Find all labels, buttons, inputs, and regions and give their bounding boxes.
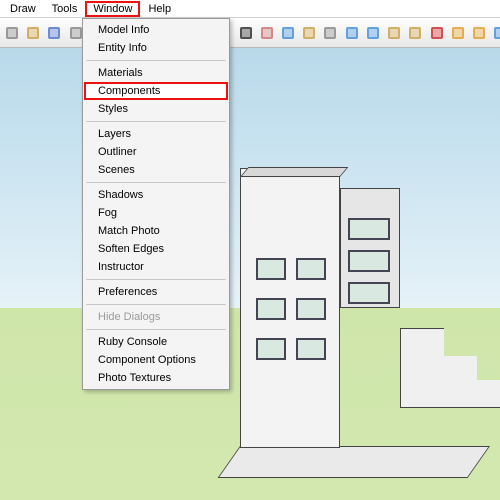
toolbar [0,18,500,48]
menu-item-scenes[interactable]: Scenes [84,161,228,179]
menu-item-fog[interactable]: Fog [84,204,228,222]
open-icon[interactable] [23,21,43,45]
zoom-window-icon[interactable] [363,21,383,45]
menu-item-soften-edges[interactable]: Soften Edges [84,240,228,258]
menu-window[interactable]: Window [85,1,140,17]
next-icon[interactable] [405,21,425,45]
menu-item-photo-textures[interactable]: Photo Textures [84,369,228,387]
zoom-extents-icon[interactable] [342,21,362,45]
menu-separator [86,279,226,280]
share-icon[interactable] [490,21,500,45]
menu-item-outliner[interactable]: Outliner [84,143,228,161]
select-icon[interactable] [236,21,256,45]
zoom-icon[interactable] [320,21,340,45]
menu-item-materials[interactable]: Materials [84,64,228,82]
menubar: Draw Tools Window Help [0,0,500,18]
menu-tools[interactable]: Tools [44,1,86,17]
menu-separator [86,182,226,183]
menu-item-instructor[interactable]: Instructor [84,258,228,276]
building-model [200,168,400,478]
save-icon[interactable] [44,21,64,45]
menu-item-shadows[interactable]: Shadows [84,186,228,204]
window-menu-dropdown: Model InfoEntity Info MaterialsComponents… [82,18,230,390]
menu-item-components[interactable]: Components [84,82,228,100]
menu-item-styles[interactable]: Styles [84,100,228,118]
layers-icon[interactable] [427,21,447,45]
new-file-icon[interactable] [2,21,22,45]
paint-bucket-icon[interactable] [257,21,277,45]
viewport-3d[interactable] [0,48,500,500]
menu-item-ruby-console[interactable]: Ruby Console [84,333,228,351]
menu-item-entity-info[interactable]: Entity Info [84,39,228,57]
menu-item-match-photo[interactable]: Match Photo [84,222,228,240]
shadows-icon[interactable] [448,21,468,45]
menu-separator [86,121,226,122]
menu-separator [86,304,226,305]
get-models-icon[interactable] [469,21,489,45]
menu-draw[interactable]: Draw [2,1,44,17]
orbit-icon[interactable] [278,21,298,45]
menu-item-component-options[interactable]: Component Options [84,351,228,369]
menu-help[interactable]: Help [140,1,179,17]
pan-icon[interactable] [299,21,319,45]
menu-separator [86,60,226,61]
menu-separator [86,329,226,330]
menu-item-preferences[interactable]: Preferences [84,283,228,301]
previous-icon[interactable] [384,21,404,45]
menu-item-model-info[interactable]: Model Info [84,21,228,39]
menu-item-layers[interactable]: Layers [84,125,228,143]
menu-item-hide-dialogs: Hide Dialogs [84,308,228,326]
